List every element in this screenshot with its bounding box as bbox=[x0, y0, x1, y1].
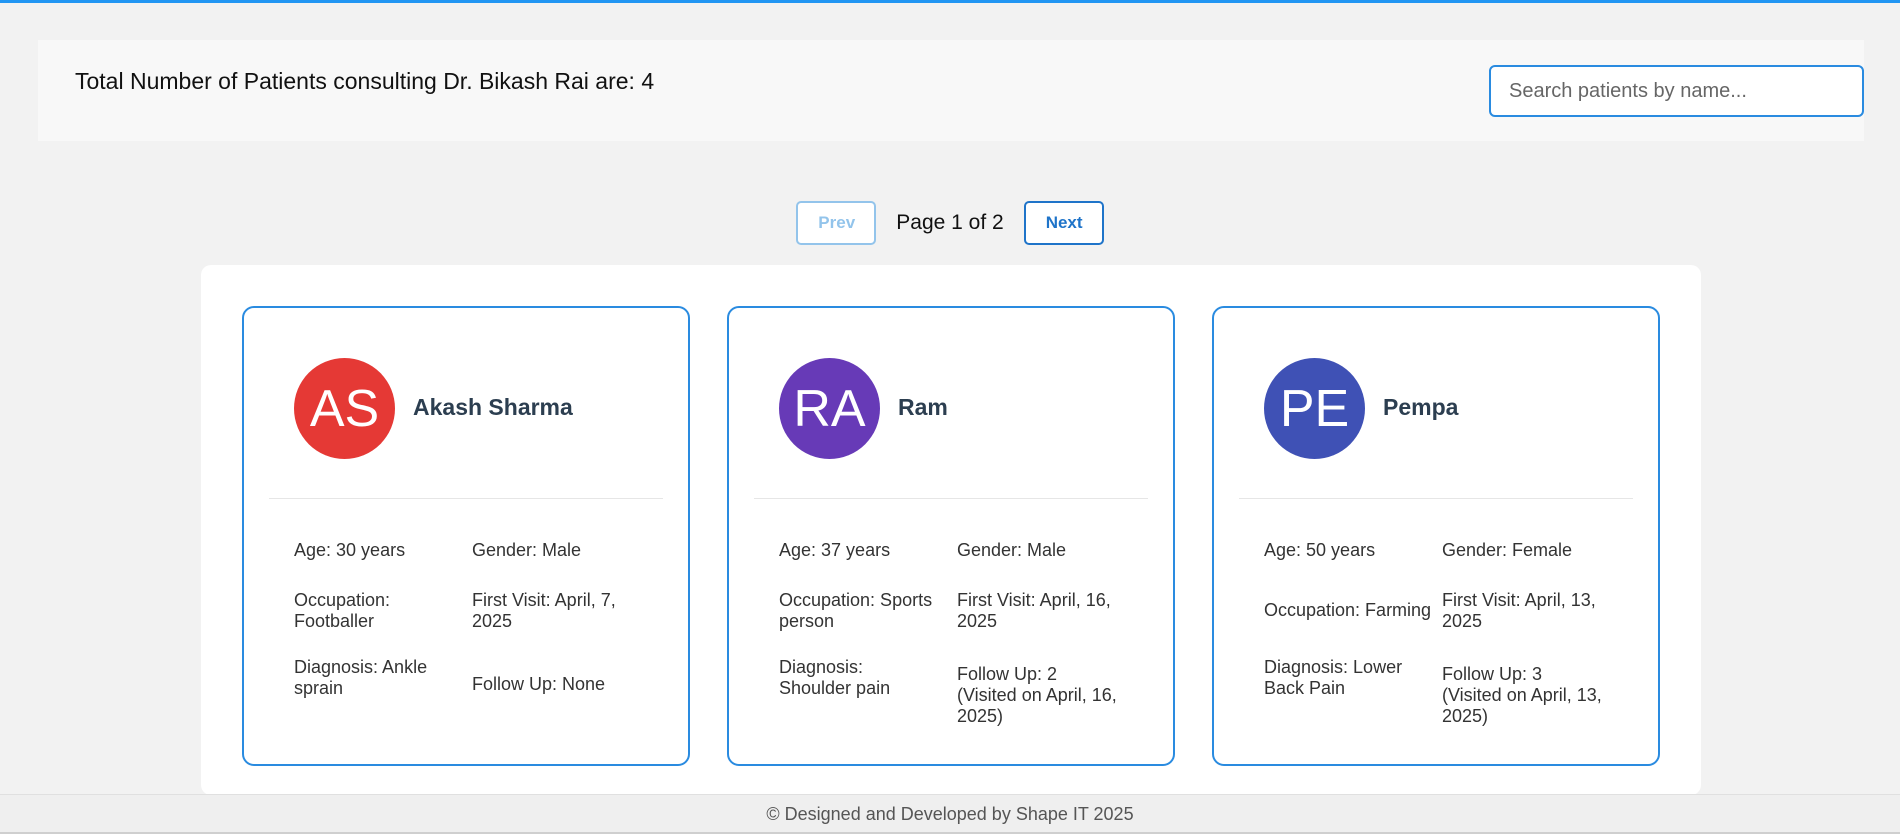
patient-gender: Gender: Male bbox=[957, 540, 1067, 560]
patient-card[interactable]: PE Pempa Age: 50 years Gender: Female Oc… bbox=[1212, 306, 1660, 766]
patient-diagnosis: Diagnosis: Lower Back Pain bbox=[1264, 657, 1403, 698]
patient-follow-up: Follow Up: 3 (Visited on April, 13, 2025… bbox=[1442, 664, 1602, 726]
patient-gender: Gender: Female bbox=[1442, 540, 1573, 560]
patient-occupation: Occupation: Sports person bbox=[779, 590, 933, 631]
patient-diagnosis: Diagnosis: Shoulder pain bbox=[779, 657, 891, 698]
pagination: Prev Page 1 of 2 Next bbox=[0, 201, 1900, 245]
next-button[interactable]: Next bbox=[1023, 201, 1104, 245]
patient-name: Pempa bbox=[1383, 394, 1459, 420]
patient-card[interactable]: AS Akash Sharma Age: 30 years Gender: Ma… bbox=[242, 306, 690, 766]
patient-age: Age: 50 years bbox=[1264, 540, 1376, 560]
patients-panel: AS Akash Sharma Age: 30 years Gender: Ma… bbox=[201, 265, 1701, 795]
patient-age: Age: 30 years bbox=[294, 540, 406, 560]
prev-button[interactable]: Prev bbox=[796, 201, 877, 245]
patient-occupation: Occupation: Farming bbox=[1264, 600, 1432, 620]
patient-occupation: Occupation: Footballer bbox=[294, 590, 391, 631]
footer-text: © Designed and Developed by Shape IT 202… bbox=[766, 804, 1134, 824]
top-accent-bar bbox=[0, 0, 1900, 3]
patient-follow-up: Follow Up: 2 (Visited on April, 16, 2025… bbox=[957, 664, 1117, 726]
footer: © Designed and Developed by Shape IT 202… bbox=[0, 794, 1900, 834]
patient-name: Akash Sharma bbox=[413, 394, 573, 420]
card-divider bbox=[1239, 498, 1633, 499]
patient-name: Ram bbox=[898, 394, 948, 420]
patient-gender: Gender: Male bbox=[472, 540, 582, 560]
header-bar: Total Number of Patients consulting Dr. … bbox=[38, 40, 1864, 141]
patient-diagnosis: Diagnosis: Ankle sprain bbox=[294, 657, 428, 698]
patient-follow-up: Follow Up: None bbox=[472, 674, 606, 694]
page-indicator: Page 1 of 2 bbox=[896, 211, 1004, 234]
card-divider bbox=[269, 498, 663, 499]
avatar: AS bbox=[294, 358, 395, 459]
patient-first-visit: First Visit: April, 7, 2025 bbox=[472, 590, 616, 631]
search-input[interactable] bbox=[1489, 65, 1864, 117]
avatar: RA bbox=[779, 358, 880, 459]
patient-card[interactable]: RA Ram Age: 37 years Gender: Male Occupa… bbox=[727, 306, 1175, 766]
patient-first-visit: First Visit: April, 13, 2025 bbox=[1442, 590, 1596, 631]
patient-first-visit: First Visit: April, 16, 2025 bbox=[957, 590, 1111, 631]
patient-count-title: Total Number of Patients consulting Dr. … bbox=[75, 68, 655, 94]
avatar: PE bbox=[1264, 358, 1365, 459]
patient-age: Age: 37 years bbox=[779, 540, 891, 560]
card-divider bbox=[754, 498, 1148, 499]
